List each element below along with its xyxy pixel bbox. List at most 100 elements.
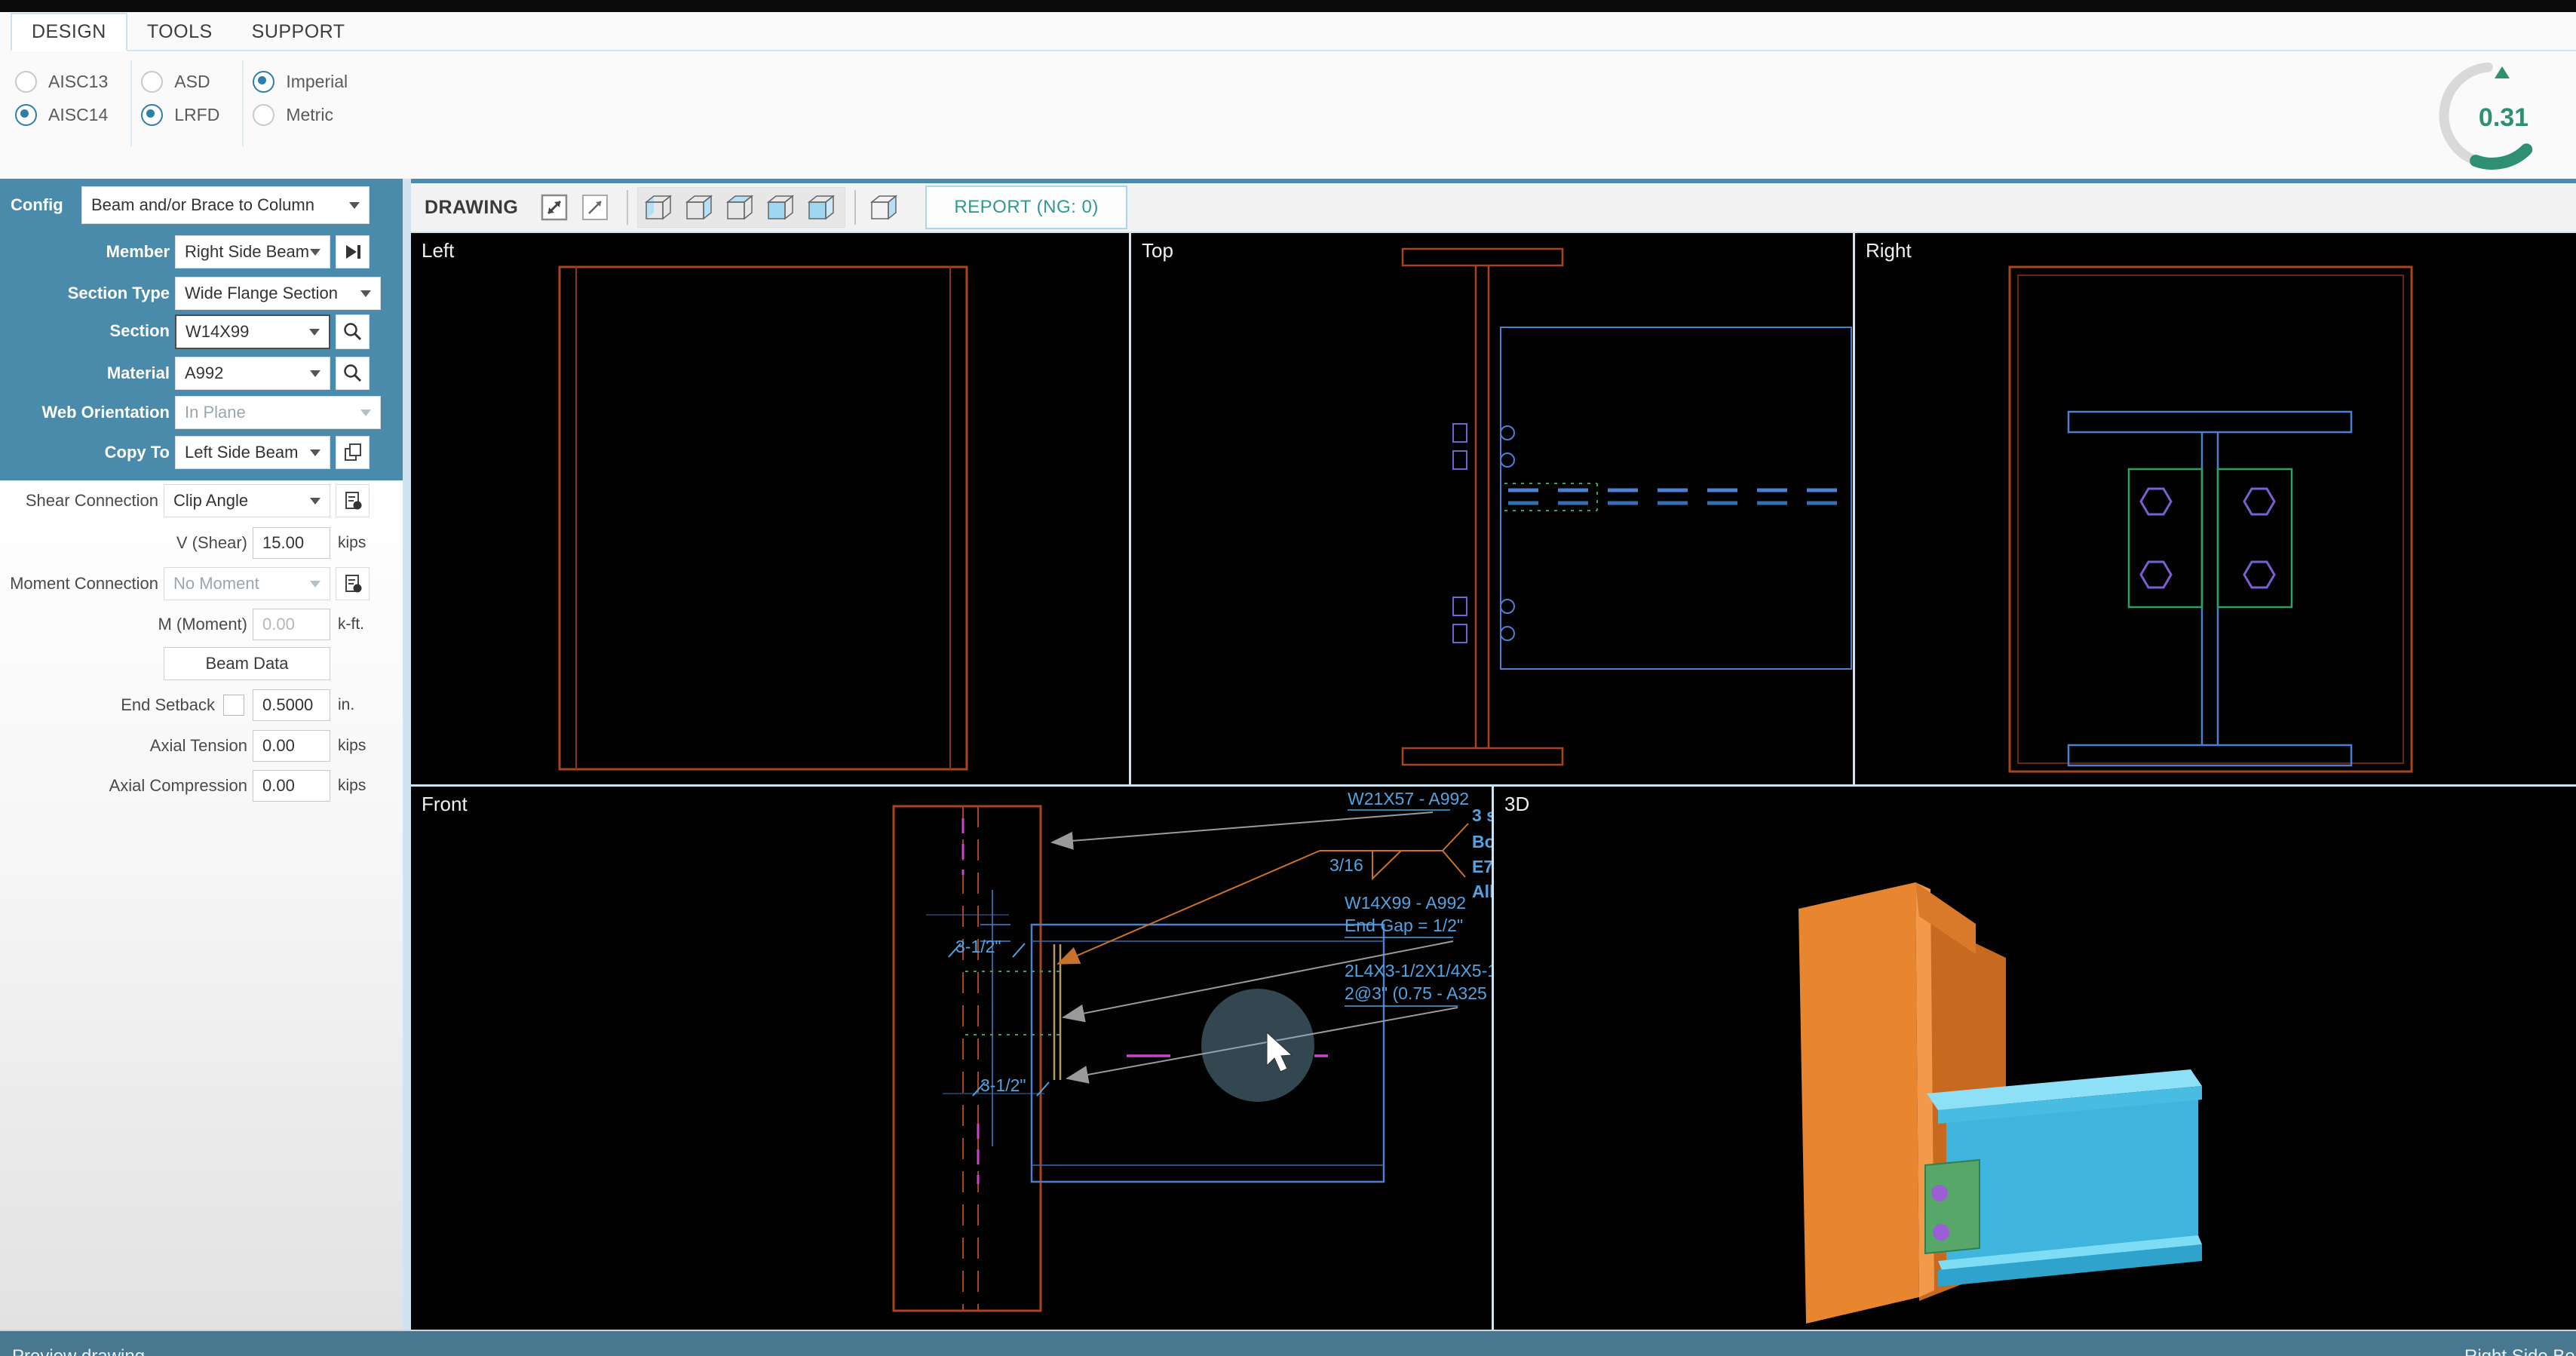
shear-connection-value: Clip Angle (173, 491, 248, 511)
v-shear-value: 15.00 (262, 533, 304, 553)
bolt-3d (1931, 1185, 1948, 1201)
bolt-group-plan (1453, 424, 1467, 643)
axial-tension-input[interactable]: 0.00 (253, 730, 330, 762)
end-setback-unit: in. (338, 689, 354, 721)
end-setback-input[interactable]: 0.5000 (253, 689, 330, 721)
section-dropdown[interactable]: W14X99 (175, 314, 330, 349)
axial-compression-label: Axial Compression (0, 769, 247, 802)
weld-size-text: 3/16 (1329, 855, 1363, 875)
view-right-button[interactable] (680, 189, 716, 225)
status-bar: Preview drawing Right Side Beam (0, 1330, 2576, 1356)
units-group: Imperial Metric (244, 60, 370, 146)
view-iso-button[interactable] (865, 189, 901, 225)
top-view-drawing (1131, 233, 1853, 784)
m-moment-label: M (Moment) (0, 608, 247, 641)
v-shear-unit: kips (338, 527, 366, 559)
radio-aisc13[interactable]: AISC13 (15, 65, 108, 98)
beam-data-button[interactable]: Beam Data (164, 647, 330, 680)
axial-tension-label: Axial Tension (0, 729, 247, 762)
radio-lrfd[interactable]: LRFD (141, 98, 219, 131)
tab-support[interactable]: SUPPORT (232, 14, 365, 50)
tab-report[interactable]: REPORT (NG: 0) (925, 186, 1127, 229)
config-label: Config (11, 189, 75, 222)
copy-button[interactable] (336, 436, 370, 469)
axial-compression-input[interactable]: 0.00 (253, 770, 330, 802)
bolt-heads-plan (1501, 426, 1514, 640)
drawing-toolbar-title: DRAWING (425, 197, 518, 219)
zoom-window-button[interactable] (577, 189, 613, 225)
section-type-value: Wide Flange Section (185, 284, 338, 303)
radio-aisc13-circle[interactable] (15, 71, 37, 93)
design-options: AISC13 AISC14 ASD LRFD (12, 60, 370, 146)
config-dropdown[interactable]: Beam and/or Brace to Column (81, 186, 370, 224)
standard-group: AISC13 AISC14 (12, 60, 132, 146)
left-view-drawing (411, 233, 1129, 784)
column-callout-leader (1052, 812, 1433, 842)
window-top-strip (0, 0, 2576, 12)
radio-metric[interactable]: Metric (253, 98, 348, 131)
axial-compression-value: 0.00 (262, 776, 295, 796)
angle-callout-line1: 2L4X3-1/2X1/4X5-1/ (1345, 961, 1492, 980)
tab-design[interactable]: DESIGN (11, 13, 127, 51)
section-label: Section (0, 314, 170, 348)
radio-asd[interactable]: ASD (141, 65, 219, 98)
cube-iso-icon (866, 191, 900, 224)
end-setback-label: End Setback (0, 689, 215, 722)
section-type-dropdown[interactable]: Wide Flange Section (175, 277, 381, 310)
radio-aisc14[interactable]: AISC14 (15, 98, 108, 131)
main-area: DRAWING (411, 179, 2576, 1330)
ribbon-tabbar: DESIGN TOOLS SUPPORT (11, 15, 2576, 51)
shear-connection-dropdown[interactable]: Clip Angle (164, 484, 330, 517)
status-left-text: Preview drawing (12, 1346, 145, 1356)
beam-callout-line1: W14X99 - A992 (1345, 893, 1466, 913)
clipped-note: E7 (1472, 857, 1492, 876)
radio-asd-circle[interactable] (141, 71, 163, 93)
radio-imperial-circle[interactable] (253, 71, 274, 93)
viewport-front[interactable]: Front (411, 787, 1492, 1330)
view-top-button[interactable] (721, 189, 757, 225)
beam-section-outline (2068, 412, 2351, 765)
end-setback-value: 0.5000 (262, 695, 313, 715)
axial-tension-value: 0.00 (262, 736, 295, 756)
radio-metric-circle[interactable] (253, 104, 274, 126)
web-orientation-label: Web Orientation (0, 396, 170, 429)
radio-aisc14-label: AISC14 (48, 105, 108, 125)
view-back-button[interactable] (802, 189, 839, 225)
viewport-top[interactable]: Top (1131, 233, 1853, 784)
section-search-button[interactable] (336, 314, 370, 349)
shear-connection-settings-button[interactable] (336, 484, 370, 517)
bolt-hex-group (2141, 489, 2274, 587)
copy-to-dropdown[interactable]: Left Side Beam (175, 436, 330, 469)
cube-right-icon (682, 191, 715, 224)
clipped-note: 3 s (1472, 805, 1492, 825)
web-orientation-dropdown: In Plane (175, 396, 381, 429)
viewport-left[interactable]: Left (411, 233, 1129, 784)
view-left-button[interactable] (639, 189, 676, 225)
beam-plan-outline (1501, 327, 1851, 669)
end-setback-checkbox[interactable] (223, 695, 244, 716)
expand-alt-icon (578, 191, 612, 224)
axial-compression-unit: kips (338, 770, 366, 802)
viewport-3d[interactable]: 3D (1494, 787, 2576, 1330)
m-moment-value: 0.00 (262, 615, 295, 634)
viewport-right-label: Right (1866, 239, 1912, 262)
radio-lrfd-circle[interactable] (141, 104, 163, 126)
tab-tools[interactable]: TOOLS (127, 14, 232, 50)
moment-connection-settings-button[interactable] (336, 567, 370, 600)
column-outline (2010, 267, 2412, 772)
next-member-button[interactable] (336, 235, 370, 268)
member-dropdown[interactable]: Right Side Beam (175, 235, 330, 268)
cursor-highlight (1201, 989, 1314, 1102)
view-front-button[interactable] (762, 189, 798, 225)
zoom-extents-button[interactable] (536, 189, 572, 225)
copy-icon (342, 442, 363, 463)
radio-aisc14-circle[interactable] (15, 104, 37, 126)
material-search-button[interactable] (336, 357, 370, 390)
radio-imperial[interactable]: Imperial (253, 65, 348, 98)
drawing-toolbar: DRAWING (411, 179, 2576, 232)
v-shear-input[interactable]: 15.00 (253, 527, 330, 559)
material-dropdown[interactable]: A992 (175, 357, 330, 390)
viewport-right[interactable]: Right (1855, 233, 2576, 784)
dim-bottom-text: 3-1/2" (980, 1075, 1026, 1095)
member-value: Right Side Beam (185, 242, 309, 262)
